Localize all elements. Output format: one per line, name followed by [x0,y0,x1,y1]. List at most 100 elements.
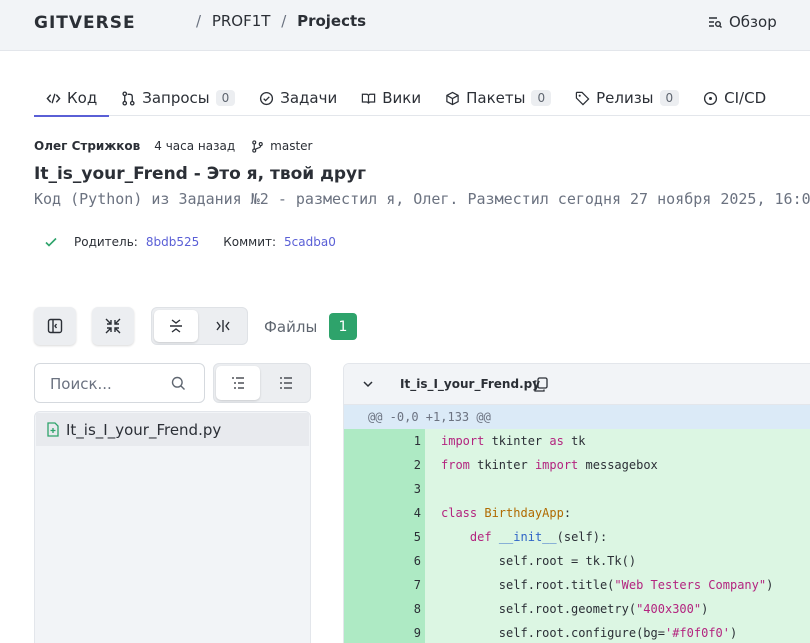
diff-file-header: It_is_I_your_Frend.py [344,364,810,405]
diff-line-number[interactable]: 4 [344,501,425,525]
commit-description: Код (Python) из Задания №2 - разместил я… [34,190,810,208]
package-icon [446,91,459,105]
diff-line-number[interactable]: 3 [344,477,425,501]
tab-requests[interactable]: Запросы 0 [109,80,247,116]
search-placeholder: Поиск... [50,375,112,393]
split-view-icon [216,320,230,332]
file-search-input[interactable]: Поиск... [34,363,205,403]
code-icon [46,93,61,103]
diff-line-code: class BirthdayApp: [425,501,810,525]
gitverse-logo[interactable]: GITVERSE [34,14,182,30]
files-label: Файлы [264,318,318,336]
commit-author[interactable]: Олег Стрижков [34,139,140,153]
diff-line-code: self.root.title("Web Testers Company") [425,573,810,597]
commit-parents: Родитель: 8bdb525 Коммит: 5cadba0 [44,235,336,249]
diff-panel: It_is_I_your_Frend.py @@ -0,0 +1,133 @@ … [343,363,810,643]
tree-view-button[interactable] [216,366,260,400]
tab-packages[interactable]: Пакеты 0 [433,80,563,116]
diff-lines: 1 import tkinter as tk 2 from tkinter impor… [344,429,810,643]
diff-line-code [425,477,810,501]
diff-line: 3 [344,477,810,501]
pipeline-icon [704,91,718,105]
added-file-icon [47,422,59,437]
sidebar-panel-icon [47,318,63,334]
tree-list-icon [232,377,244,389]
repo-tabs: Код Запросы 0 Задачи Вики Пакеты 0 Релиз… [34,80,810,117]
breadcrumb-separator: / [196,12,202,30]
file-tree: It_is_I_your_Frend.py [34,411,311,643]
file-list-view-toggle [213,363,311,403]
breadcrumb: / PROF1T / Projects [190,12,366,30]
diff-line-number[interactable]: 6 [344,549,425,573]
tab-label: Релизы [596,89,654,107]
tab-cicd[interactable]: CI/CD [691,80,778,116]
tab-count-badge: 0 [215,90,236,106]
pull-request-icon [122,90,135,106]
logo-text: GITVERSE [34,14,136,30]
breadcrumb-owner[interactable]: PROF1T [212,12,271,30]
tab-releases[interactable]: Релизы 0 [563,80,691,116]
tab-wiki[interactable]: Вики [349,80,433,116]
breadcrumb-separator: / [281,12,287,30]
chevron-down-icon[interactable] [362,378,374,390]
branch-name: master [270,139,313,153]
diff-line-code: self.root.configure(bg='#f0f0f0') [425,621,810,643]
diff-line-code: self.root = tk.Tk() [425,549,810,573]
tab-count-badge: 0 [659,90,680,106]
unified-view-icon [170,319,182,333]
split-view-button[interactable] [201,310,245,342]
tab-label: Запросы [142,89,210,107]
tab-label: Задачи [280,89,338,107]
diff-line-number[interactable]: 8 [344,597,425,621]
file-tree-item-name: It_is_I_your_Frend.py [66,420,222,439]
book-icon [362,93,376,104]
diff-line: 9 self.root.configure(bg='#f0f0f0') [344,621,810,643]
flat-list-icon [280,377,292,389]
diff-line: 4 class BirthdayApp: [344,501,810,525]
diff-hunk-header: @@ -0,0 +1,133 @@ [344,405,810,429]
diff-line-number[interactable]: 7 [344,573,425,597]
collapse-all-button[interactable] [92,307,134,345]
diff-line-number[interactable]: 2 [344,453,425,477]
diff-line-code: def __init__(self): [425,525,810,549]
parent-hash-link[interactable]: 8bdb525 [146,235,199,249]
top-bar: GITVERSE / PROF1T / Projects Обзор [0,0,810,51]
overview-icon [709,17,722,28]
tab-label: CI/CD [724,89,767,107]
overview-label: Обзор [729,13,777,31]
toggle-sidebar-button[interactable] [34,307,76,345]
flat-list-button[interactable] [264,366,308,400]
diff-line-number[interactable]: 1 [344,429,425,453]
tab-code[interactable]: Код [34,80,110,117]
diff-file-name[interactable]: It_is_I_your_Frend.py [400,377,540,391]
commit-hash-link[interactable]: 5cadba0 [284,235,336,249]
breadcrumb-repo[interactable]: Projects [297,12,366,30]
diff-line-number[interactable]: 9 [344,621,425,643]
copy-icon[interactable] [534,377,548,392]
tab-label: Код [67,89,98,107]
branch-icon [252,139,263,153]
commit-branch[interactable]: master [251,139,312,153]
tab-issues[interactable]: Задачи [247,80,349,116]
diff-line: 1 import tkinter as tk [344,429,810,453]
tab-label: Вики [382,89,422,107]
parent-label: Родитель: [74,235,138,249]
diff-view-toggle [151,307,248,345]
check-circle-icon [260,91,274,105]
overview-button[interactable]: Обзор [708,13,777,31]
diff-line: 2 from tkinter import messagebox [344,453,810,477]
diff-line-number[interactable]: 5 [344,525,425,549]
commit-time: 4 часа назад [154,139,236,153]
unified-view-button[interactable] [154,310,198,342]
tab-count-badge: 0 [531,90,552,106]
tab-label: Пакеты [466,89,526,107]
files-count-badge: 1 [329,313,357,340]
diff-line-code: from tkinter import messagebox [425,453,810,477]
commit-meta: Олег Стрижков 4 часа назад master [34,139,312,153]
diff-line: 6 self.root = tk.Tk() [344,549,810,573]
search-icon [171,376,185,390]
file-tree-item[interactable]: It_is_I_your_Frend.py [36,413,309,446]
diff-line-code: import tkinter as tk [425,429,810,453]
diff-line: 7 self.root.title("Web Testers Company") [344,573,810,597]
diff-line: 5 def __init__(self): [344,525,810,549]
